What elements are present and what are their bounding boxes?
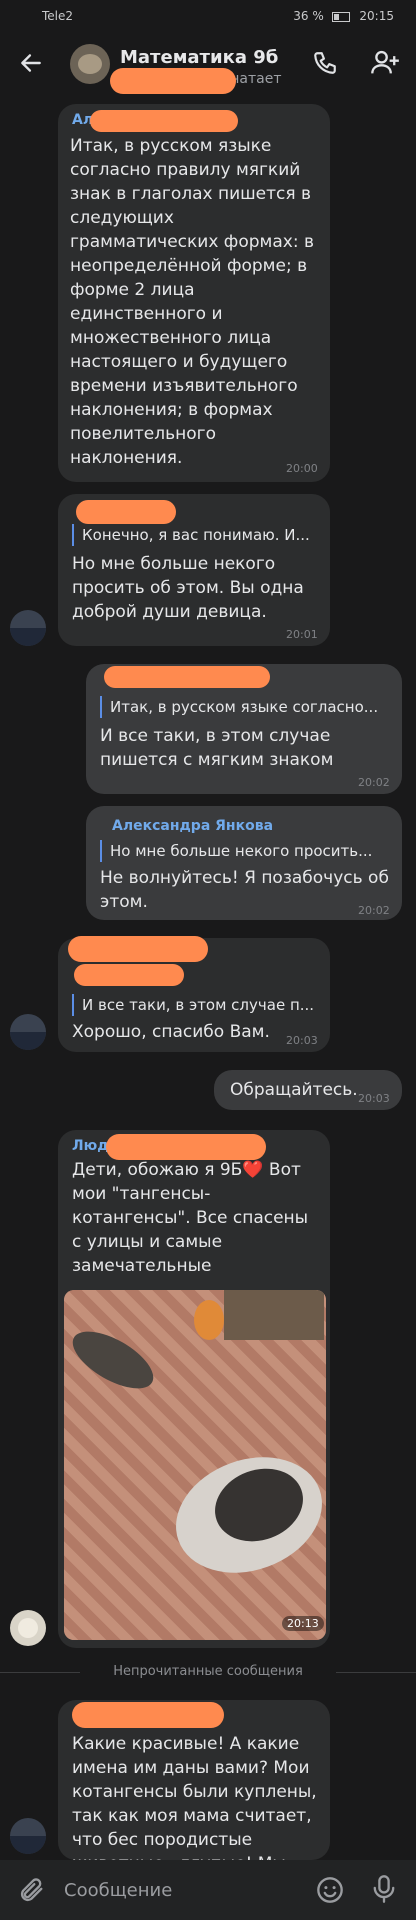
carrier-label: Tele2 (42, 9, 74, 23)
message-text: Какие красивые! А какие имена им даны ва… (72, 1734, 317, 1860)
message-text: Дети, обожаю я 9Б❤️ Вот мои "тангенсы-ко… (72, 1160, 309, 1276)
message-text: Итак, в русском языке согласно правилу м… (70, 136, 314, 468)
sender-avatar[interactable] (10, 1014, 46, 1050)
message-text: И все таки, в этом случае пишется с мягк… (100, 726, 334, 770)
redaction-mark (110, 68, 236, 94)
status-right: 36 % 20:15 (293, 9, 394, 23)
emoji-icon[interactable] (316, 1876, 344, 1904)
reply-quote[interactable]: И все таки, в этом случае п... (72, 994, 326, 1016)
message-text: Но мне больше некого просить об этом. Вы… (72, 554, 304, 622)
photo-attachment[interactable]: 20:13 (64, 1290, 326, 1640)
chat-title[interactable]: Математика 9б (120, 47, 278, 68)
add-member-icon[interactable] (370, 48, 400, 78)
message-time: 20:00 (286, 462, 318, 475)
phone-icon[interactable] (312, 50, 338, 76)
sender-avatar[interactable] (10, 1610, 46, 1646)
message-time: 20:13 (282, 1616, 324, 1631)
reply-quote[interactable]: Но мне больше некого просить... (100, 840, 396, 862)
clock: 20:15 (359, 9, 394, 23)
sender-avatar[interactable] (10, 610, 46, 646)
redaction-mark (72, 1702, 224, 1728)
message-text: Не волнуйтесь! Я позабочусь об этом. (100, 868, 389, 912)
message-time: 20:01 (286, 628, 318, 641)
message-time: 20:02 (358, 776, 390, 789)
battery-icon (331, 11, 350, 22)
message-time: 20:02 (358, 904, 390, 917)
unread-divider: Непрочитанные сообщения (0, 1664, 416, 1679)
reply-quote[interactable]: Конечно, я вас понимаю. И... (72, 524, 326, 546)
redaction-mark (76, 500, 176, 524)
chat-avatar[interactable] (70, 44, 110, 84)
microphone-icon[interactable] (370, 1874, 398, 1904)
redaction-mark (74, 964, 184, 986)
redaction-mark (68, 936, 208, 962)
reply-author[interactable]: Александра Янкова (112, 818, 273, 834)
redaction-mark (90, 110, 238, 132)
reply-quote[interactable]: Итак, в русском языке согласно... (100, 696, 396, 718)
back-arrow-icon[interactable] (18, 50, 44, 76)
message-time: 20:03 (286, 1034, 318, 1047)
redaction-mark (106, 1134, 266, 1160)
paperclip-icon[interactable] (18, 1876, 46, 1904)
message-input[interactable]: Сообщение (64, 1880, 172, 1901)
battery-level: 36 % (293, 9, 324, 23)
status-bar: Tele2 36 % 20:15 (0, 0, 416, 32)
message-text: Хорошо, спасибо Вам. (72, 1022, 270, 1042)
message-time: 20:03 (358, 1092, 390, 1105)
sender-avatar[interactable] (10, 1818, 46, 1854)
redaction-mark (104, 666, 270, 688)
message-text: Обращайтесь. (230, 1080, 358, 1100)
message-composer (0, 1860, 416, 1920)
